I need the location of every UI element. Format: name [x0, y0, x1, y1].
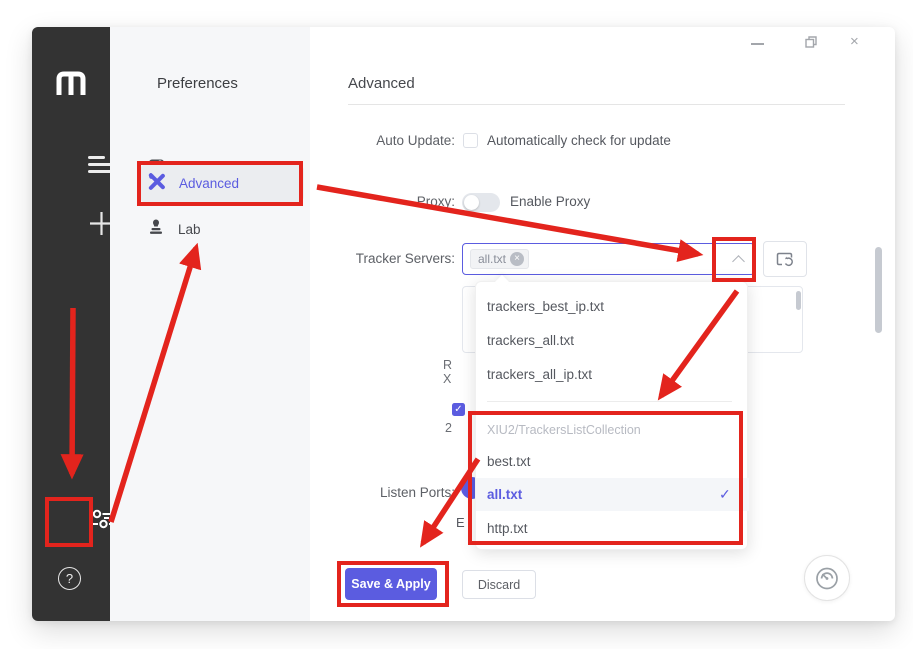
- app-window: ? Preferences Basic: [32, 27, 895, 621]
- page-title: Advanced: [348, 75, 415, 92]
- auto-update-label: Auto Update:: [376, 133, 455, 148]
- fragment-text: 2: [445, 421, 452, 435]
- fragment-text: R: [443, 358, 453, 372]
- check-icon: ✓: [719, 486, 731, 502]
- tracker-dropdown: trackers_best_ip.txt trackers_all.txt tr…: [475, 281, 749, 550]
- proxy-toggle[interactable]: [462, 193, 500, 212]
- speed-gauge-button[interactable]: [804, 555, 850, 601]
- textarea-scrollbar[interactable]: [796, 291, 801, 310]
- dropdown-group-label: XIU2/TrackersListCollection: [487, 423, 641, 437]
- help-glyph: ?: [65, 571, 74, 586]
- motrix-logo-icon: [55, 70, 87, 101]
- proxy-text: Enable Proxy: [510, 194, 591, 209]
- preferences-title: Preferences: [157, 75, 238, 92]
- tracker-servers-label: Tracker Servers:: [355, 251, 455, 266]
- lab-icon: [148, 218, 164, 240]
- auto-update-checkbox[interactable]: [463, 133, 478, 148]
- close-button[interactable]: ×: [850, 33, 859, 50]
- tracker-tag: all.txt ×: [470, 249, 530, 269]
- listen-ports-label: Listen Ports:: [379, 485, 455, 500]
- minimize-button[interactable]: [751, 43, 764, 45]
- dropdown-item[interactable]: best.txt: [487, 454, 531, 469]
- dropdown-item[interactable]: trackers_all_ip.txt: [487, 367, 592, 382]
- preferences-panel: Preferences Basic: [110, 27, 310, 621]
- dropdown-item[interactable]: http.txt: [487, 521, 528, 536]
- sidebar-item-label: Lab: [178, 221, 201, 237]
- tracker-select[interactable]: all.txt ×: [462, 243, 755, 275]
- page: ? Preferences Basic: [0, 0, 913, 649]
- auto-update-text: Automatically check for update: [487, 133, 671, 148]
- tag-label: all.txt: [478, 252, 507, 266]
- sidebar-item-lab[interactable]: Lab: [140, 212, 304, 246]
- restore-button[interactable]: [804, 35, 818, 54]
- selected-item-label: all.txt: [487, 487, 523, 502]
- window-scrollbar[interactable]: [875, 247, 882, 333]
- dropdown-divider: [487, 401, 732, 402]
- sidebar-item-advanced[interactable]: Advanced: [140, 164, 304, 203]
- dropdown-item-selected[interactable]: all.txt ✓: [476, 478, 749, 511]
- tag-close-icon[interactable]: ×: [510, 252, 525, 266]
- gauge-icon: [816, 567, 838, 590]
- refresh-icon: [776, 252, 793, 266]
- discard-button[interactable]: Discard: [462, 570, 536, 599]
- refresh-trackers-button[interactable]: [763, 241, 807, 277]
- sidebar: ?: [32, 27, 114, 621]
- help-icon[interactable]: ?: [58, 567, 81, 590]
- chevron-up-icon[interactable]: [732, 255, 745, 268]
- dropdown-item[interactable]: trackers_all.txt: [487, 333, 574, 348]
- advanced-icon: [148, 172, 165, 195]
- proxy-label: Proxy:: [416, 194, 455, 209]
- dropdown-item[interactable]: trackers_best_ip.txt: [487, 299, 604, 314]
- auto-refresh-checkbox[interactable]: ✓: [452, 403, 465, 416]
- fragment-text: X: [443, 372, 452, 386]
- title-divider: [348, 104, 845, 105]
- toggle-knob: [464, 195, 479, 210]
- sidebar-item-label: Advanced: [179, 176, 240, 191]
- save-apply-button[interactable]: Save & Apply: [345, 568, 437, 600]
- fragment-text: E: [456, 515, 465, 530]
